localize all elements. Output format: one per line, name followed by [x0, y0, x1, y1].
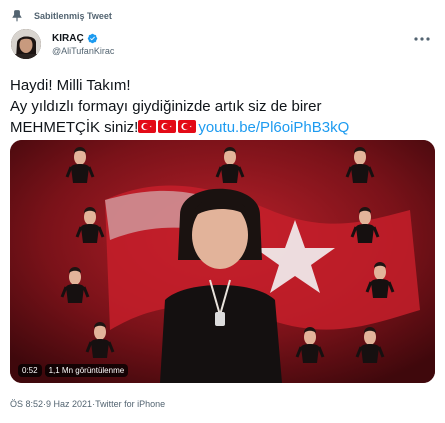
pinned-tweet-row: Sabitlenmiş Tweet [10, 9, 112, 23]
tweet-line-text: MEHMETÇİK siniz! [10, 119, 139, 136]
author-name[interactable]: KIRAÇ [52, 33, 84, 44]
video-duration: 0:52 [18, 364, 42, 377]
tweet-link[interactable]: youtu.be/Pl6oiPhB3kQ [198, 119, 349, 136]
tweet-footer: ÖS 8:52 · 9 Haz 2021 · Twitter for iPhon… [10, 399, 165, 409]
video-thumbnail [10, 140, 435, 383]
tweet-author: KIRAÇ @AliTufanKirac [52, 32, 114, 57]
turkey-flag-emoji [158, 120, 177, 133]
tweet-text: Haydi! Milli Takım! Ay yıldızlı formayı … [10, 75, 435, 138]
tweet-time[interactable]: ÖS 8:52 [10, 399, 43, 409]
video-meta: 0:52 1,1 Mn görüntülenme [18, 364, 129, 377]
profile-avatar[interactable] [11, 29, 41, 59]
author-handle[interactable]: @AliTufanKirac [52, 46, 114, 56]
tweet-source[interactable]: Twitter for iPhone [95, 399, 165, 409]
more-options-icon[interactable] [412, 35, 432, 43]
tweet-date[interactable]: 9 Haz 2021 [46, 399, 92, 409]
video-player[interactable]: 0:52 1,1 Mn görüntülenme [10, 140, 435, 383]
tweet-line: Haydi! Milli Takım! [10, 77, 131, 94]
verified-badge-icon [87, 33, 97, 43]
turkey-flag-emoji [178, 120, 197, 133]
pinned-label: Sabitlenmiş Tweet [34, 11, 112, 21]
pin-icon [12, 10, 22, 22]
tweet-line: MEHMETÇİK siniz! youtu.be/Pl6oiPhB3kQ [10, 117, 435, 138]
video-views: 1,1 Mn görüntülenme [44, 364, 129, 377]
video-views-text: 1,1 Mn görüntülenme [48, 366, 125, 375]
tweet-line: Ay yıldızlı formayı giydiğinizde artık s… [10, 98, 322, 115]
turkey-flag-emoji [138, 120, 157, 133]
